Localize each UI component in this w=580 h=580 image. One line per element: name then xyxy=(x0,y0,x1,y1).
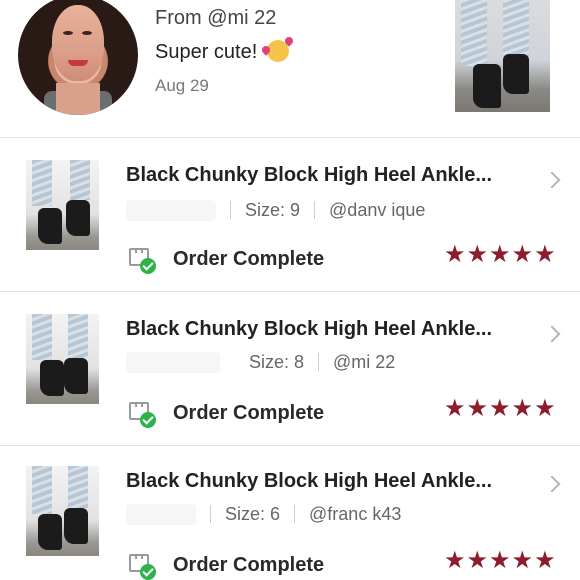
order-title[interactable]: Black Chunky Block High Heel Ankle... xyxy=(126,470,492,493)
separator xyxy=(318,353,320,371)
photo-boot xyxy=(40,360,64,396)
order-seller[interactable]: @franc k43 xyxy=(309,504,401,524)
order-title[interactable]: Black Chunky Block High Heel Ankle... xyxy=(126,318,492,341)
order-thumbnail[interactable] xyxy=(26,314,99,404)
separator xyxy=(234,353,235,371)
order-title[interactable]: Black Chunky Block High Heel Ankle... xyxy=(126,164,492,187)
rating-stars: ★★★★★ xyxy=(444,547,557,574)
order-thumbnail[interactable] xyxy=(26,466,99,556)
avatar-eye xyxy=(82,31,92,35)
order-row[interactable]: Black Chunky Block High Heel Ankle... x S… xyxy=(0,292,580,445)
photo-boot xyxy=(38,514,62,550)
check-circle-icon xyxy=(140,412,156,428)
redacted-text: x xyxy=(126,200,216,221)
purchases-screen: From @mi 22 Super cute! Aug 29 Black Chu… xyxy=(0,0,580,580)
order-meta: x Size: 8 @mi 22 xyxy=(126,352,395,373)
order-size: Size: 9 xyxy=(245,200,301,220)
order-size: Size: 6 xyxy=(225,504,281,524)
comment-block: From @mi 22 Super cute! Aug 29 xyxy=(0,0,580,137)
photo-boot xyxy=(64,508,88,544)
avatar-mouth xyxy=(68,60,88,66)
photo-boot xyxy=(503,54,529,94)
status-label: Order Complete xyxy=(173,248,325,270)
avatar-face xyxy=(52,5,104,81)
check-circle-icon xyxy=(140,258,156,274)
chevron-right-icon[interactable] xyxy=(543,325,561,343)
photo-boot xyxy=(64,358,88,394)
avatar-eye xyxy=(63,31,73,35)
status-label: Order Complete xyxy=(173,402,325,424)
comment-author[interactable]: From @mi 22 xyxy=(155,7,276,30)
avatar-neck xyxy=(56,83,100,115)
photo-boot xyxy=(38,208,62,244)
photo-jeans xyxy=(70,160,90,200)
photo-boot xyxy=(66,200,90,236)
photo-jeans xyxy=(32,160,52,206)
separator xyxy=(314,201,316,219)
comment-text: Super cute! xyxy=(155,40,289,64)
status-label: Order Complete xyxy=(173,554,325,576)
photo-jeans xyxy=(32,314,52,360)
order-size: Size: 8 xyxy=(249,352,305,372)
separator xyxy=(230,201,231,219)
order-meta: x Size: 6 @franc k43 xyxy=(126,504,401,525)
avatar[interactable] xyxy=(18,0,138,115)
rating-stars: ★★★★★ xyxy=(444,395,557,422)
order-seller[interactable]: @mi 22 xyxy=(333,352,395,372)
chevron-right-icon[interactable] xyxy=(543,171,561,189)
separator xyxy=(294,505,296,523)
check-circle-icon xyxy=(140,564,156,580)
order-seller[interactable]: @danv ique xyxy=(329,200,425,220)
rating-stars: ★★★★★ xyxy=(444,241,557,268)
chevron-right-icon[interactable] xyxy=(543,475,561,493)
photo-jeans xyxy=(32,466,52,514)
redacted-text: x xyxy=(126,504,196,525)
photo-boot xyxy=(473,64,501,108)
redacted-text: x xyxy=(126,352,220,373)
photo-jeans xyxy=(503,0,529,58)
comment-photo[interactable] xyxy=(455,0,550,112)
photo-jeans xyxy=(461,0,487,66)
photo-jeans xyxy=(68,466,88,508)
separator xyxy=(210,505,211,523)
comment-text-label: Super cute! xyxy=(155,41,258,63)
order-meta: x Size: 9 @danv ique xyxy=(126,200,425,221)
comment-date: Aug 29 xyxy=(155,76,209,95)
smiling-face-with-hearts-icon xyxy=(266,40,289,62)
order-thumbnail[interactable] xyxy=(26,160,99,250)
photo-jeans xyxy=(68,314,88,358)
order-row[interactable]: Black Chunky Block High Heel Ankle... x S… xyxy=(0,138,580,291)
order-row[interactable]: Black Chunky Block High Heel Ankle... x S… xyxy=(0,446,580,580)
